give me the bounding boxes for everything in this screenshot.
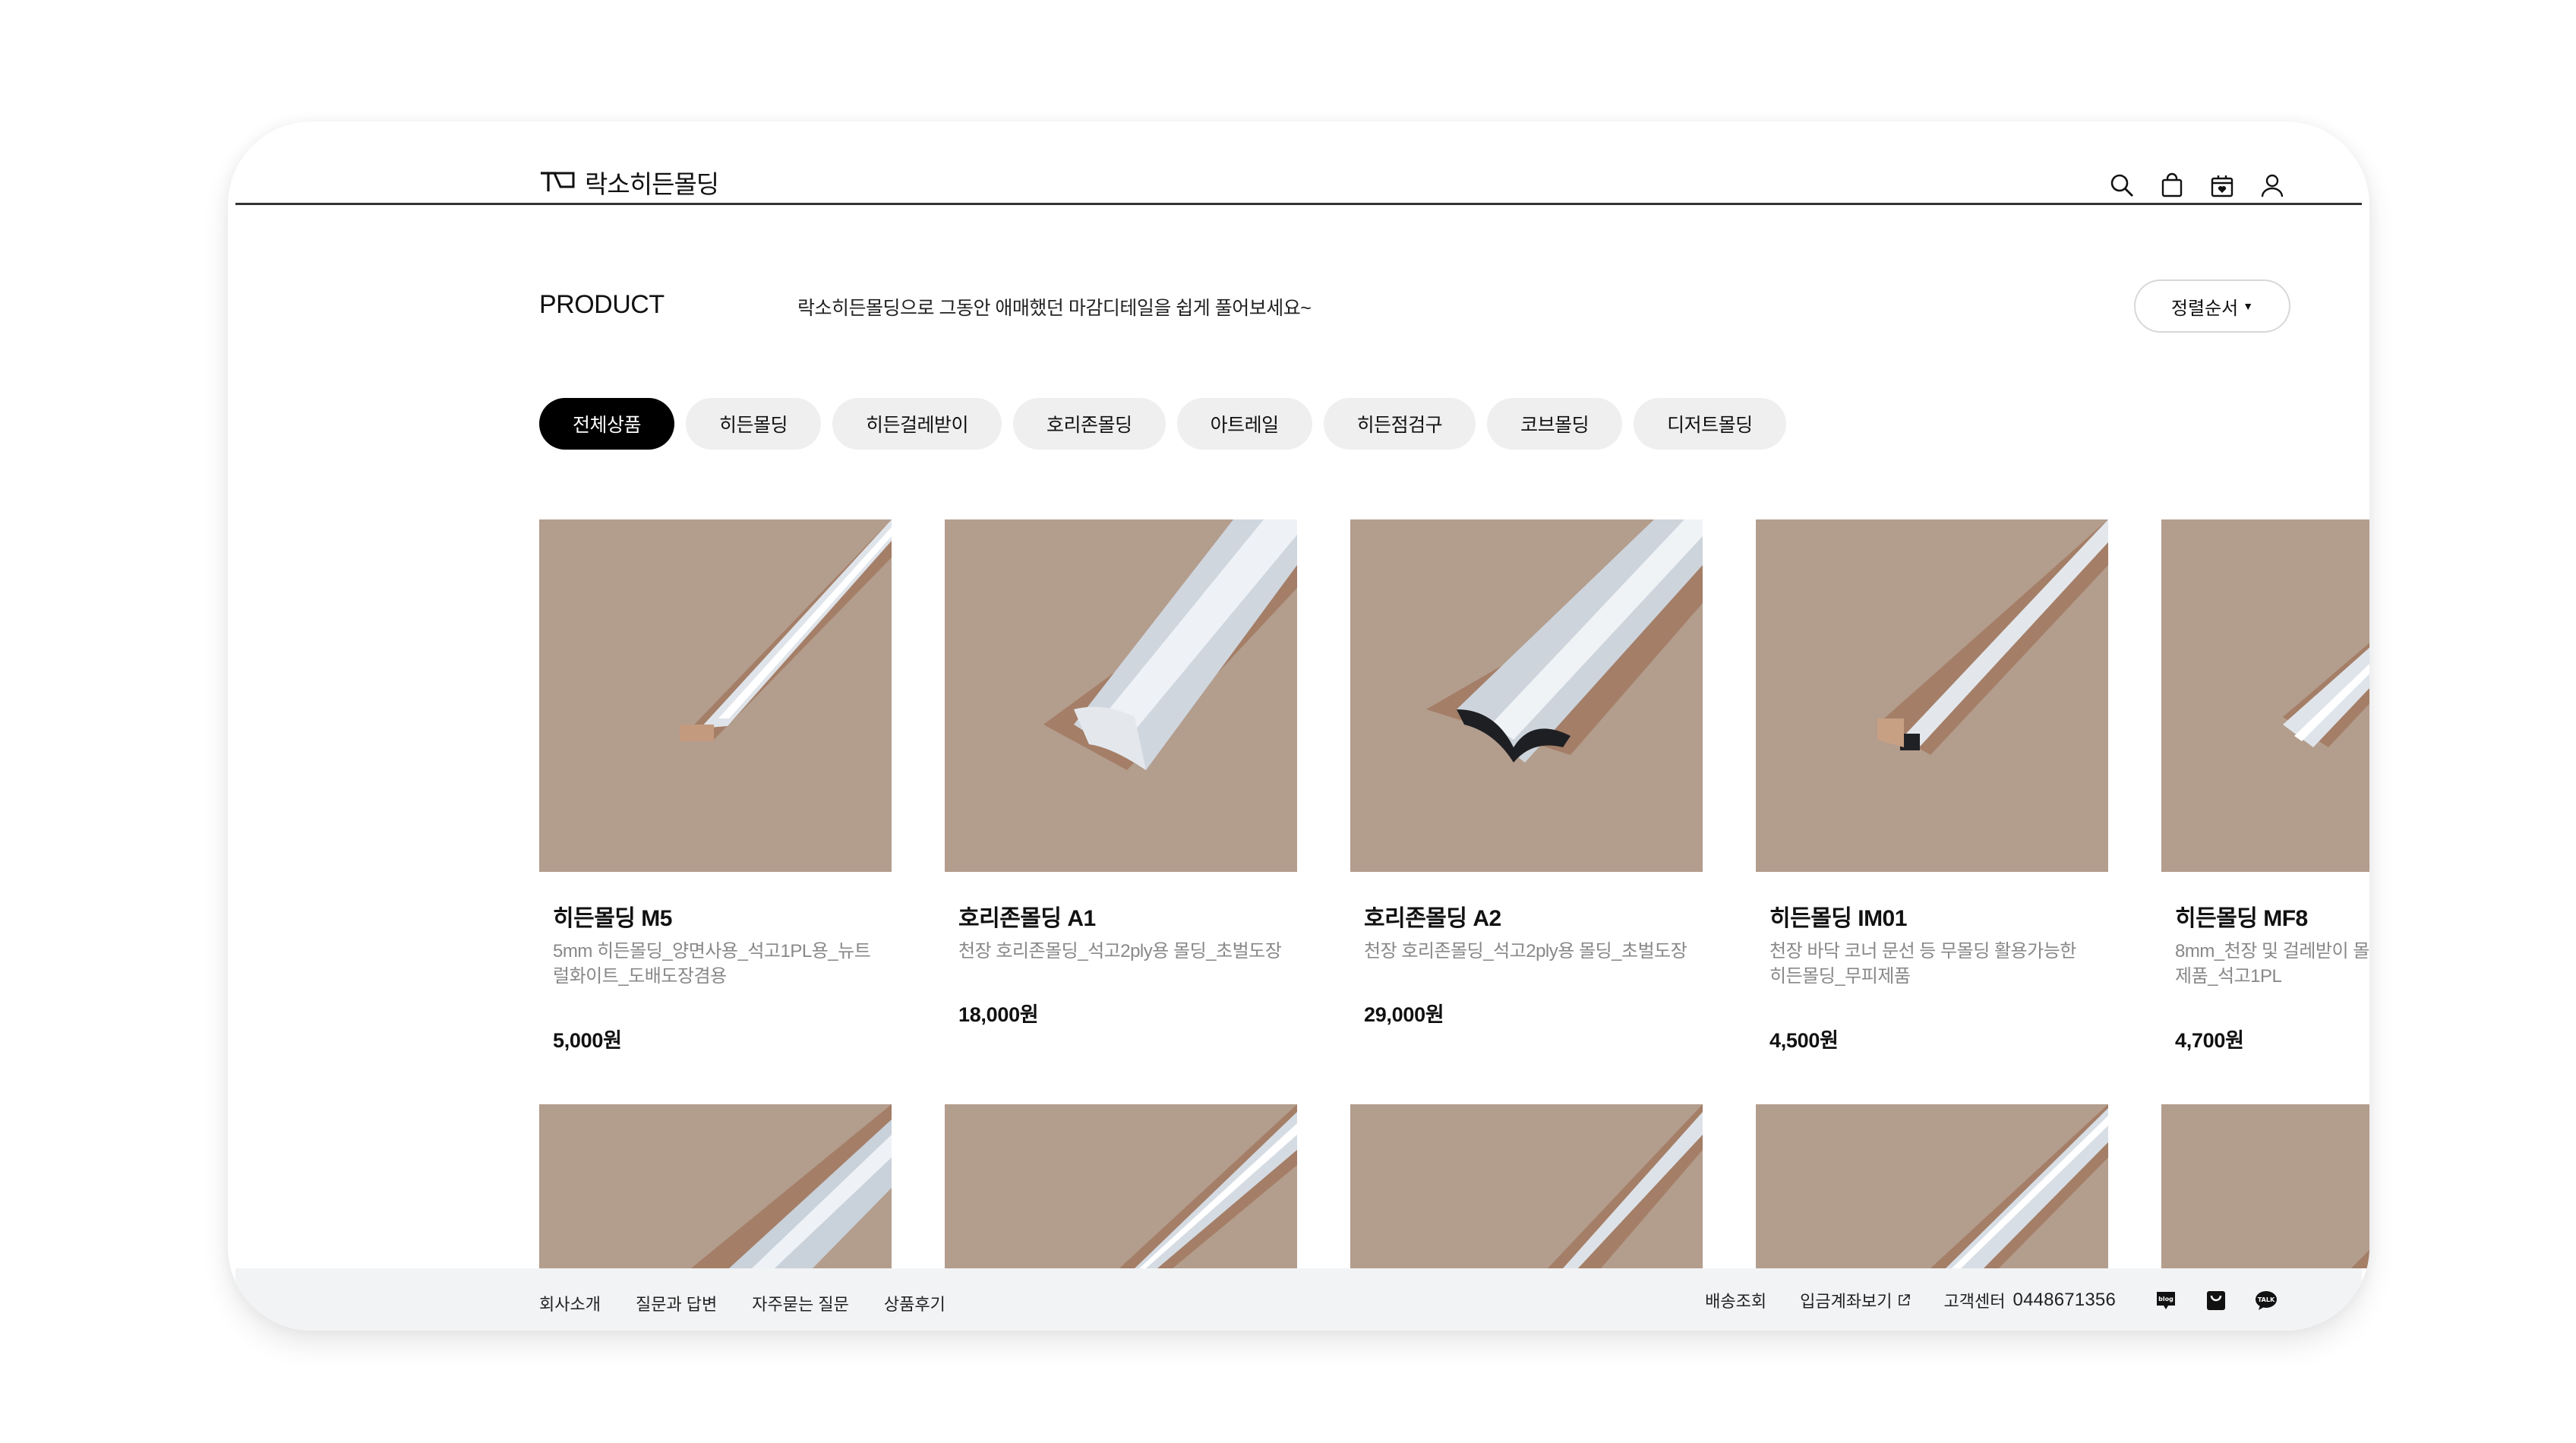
product-card[interactable]: 히든몰딩 MF8 8mm_천장 및 걸레받이 몰딩_도장전용 무피제품_석고1P… [2161, 519, 2369, 1052]
product-image[interactable] [945, 1104, 1297, 1268]
customer-center-phone[interactable]: 0448671356 [2013, 1290, 2116, 1311]
product-card[interactable] [2161, 1104, 2369, 1268]
deposit-account-link[interactable]: 입금계좌보기 [1800, 1288, 1910, 1312]
footer-right: 배송조회 입금계좌보기 고객센터 0448671356 blog TALK [1672, 1288, 2278, 1312]
category-hidden-baseboard[interactable]: 히든걸레받이 [832, 398, 1002, 450]
footer-bar: 회사소개 질문과 답변 자주묻는 질문 상품후기 배송조회 입금계좌보기 고객센… [235, 1268, 2362, 1331]
browser-frame: 락소히든몰딩 PRODUCT 락소히든몰딩으로 그동안 애매했던 마감디테일을 … [228, 122, 2369, 1331]
product-image[interactable] [1756, 1104, 2108, 1268]
logo[interactable]: 락소히든몰딩 [539, 169, 719, 198]
product-image[interactable] [2161, 1104, 2369, 1268]
product-name[interactable]: 히든몰딩 MF8 [2175, 899, 2308, 933]
svg-text:blog: blog [2158, 1296, 2174, 1302]
store-icon[interactable] [2204, 1290, 2228, 1311]
sort-dropdown[interactable]: 정렬순서 ▼ [2134, 279, 2290, 333]
product-description: 8mm_천장 및 걸레받이 몰딩_도장전용 무피제품_석고1PL [2175, 941, 2369, 987]
product-image[interactable] [1350, 519, 1703, 872]
footer-links: 회사소개 질문과 답변 자주묻는 질문 상품후기 [539, 1291, 945, 1315]
product-image[interactable] [1350, 1104, 1703, 1268]
product-image[interactable] [945, 519, 1297, 872]
caret-down-icon: ▼ [2243, 300, 2254, 312]
product-card[interactable]: 호리존몰딩 A2 천장 호리존몰딩_석고2ply용 몰딩_초벌도장 29,000… [1350, 519, 1703, 1026]
header-icons [2108, 172, 2286, 199]
footer-link-faq[interactable]: 자주묻는 질문 [752, 1291, 849, 1315]
category-tabs: 전체상품 히든몰딩 히든걸레받이 호리존몰딩 아트레일 히든점검구 코브몰딩 디… [539, 398, 1786, 450]
product-price: 29,000원 [1364, 1003, 1444, 1026]
product-price: 5,000원 [553, 1029, 622, 1052]
product-name[interactable]: 히든몰딩 IM01 [1769, 899, 1907, 933]
product-description: 천장 호리존몰딩_석고2ply용 몰딩_초벌도장 [1364, 941, 1687, 961]
product-card[interactable] [539, 1104, 892, 1268]
product-description: 천장 바닥 코너 문선 등 무몰딩 활용가능한 히든몰딩_무피제품 [1769, 941, 2076, 987]
page-subtitle: 락소히든몰딩으로 그동안 애매했던 마감디테일을 쉽게 풀어보세요~ [797, 298, 1312, 319]
svg-text:TALK: TALK [2258, 1296, 2275, 1303]
deposit-account-label: 입금계좌보기 [1800, 1292, 1893, 1311]
product-description: 천장 호리존몰딩_석고2ply용 몰딩_초벌도장 [958, 941, 1282, 961]
footer-link-reviews[interactable]: 상품후기 [884, 1291, 945, 1315]
category-cove-molding[interactable]: 코브몰딩 [1487, 398, 1623, 450]
product-price: 4,700원 [2175, 1029, 2244, 1052]
site-header: 락소히든몰딩 [235, 122, 2362, 205]
product-image[interactable] [539, 1104, 892, 1268]
sort-label: 정렬순서 [2170, 298, 2239, 319]
product-card[interactable]: 호리존몰딩 A1 천장 호리존몰딩_석고2ply용 몰딩_초벌도장 18,000… [945, 519, 1297, 1026]
customer-center: 고객센터 0448671356 [1944, 1288, 2116, 1312]
shopping-bag-icon[interactable] [2158, 172, 2186, 199]
product-card[interactable] [1350, 1104, 1703, 1268]
product-image[interactable] [2161, 519, 2369, 872]
category-dessert-molding[interactable]: 디저트몰딩 [1634, 398, 1786, 450]
wishlist-box-icon[interactable] [2208, 172, 2236, 199]
page-title: PRODUCT [539, 290, 665, 319]
kakao-talk-icon[interactable]: TALK [2254, 1290, 2278, 1311]
category-hidden-access-panel[interactable]: 히든점검구 [1323, 398, 1476, 450]
product-name[interactable]: 히든몰딩 M5 [553, 899, 672, 933]
user-icon[interactable] [2259, 172, 2286, 199]
category-art-rail[interactable]: 아트레일 [1176, 398, 1312, 450]
category-all[interactable]: 전체상품 [539, 398, 675, 450]
product-image[interactable] [1756, 519, 2108, 872]
external-link-icon [1898, 1294, 1910, 1306]
sns-links: blog TALK [2154, 1290, 2278, 1311]
delivery-tracking-link[interactable]: 배송조회 [1705, 1288, 1766, 1312]
product-image[interactable] [539, 519, 892, 872]
product-card[interactable]: 히든몰딩 IM01 천장 바닥 코너 문선 등 무몰딩 활용가능한 히든몰딩_무… [1756, 519, 2108, 1052]
product-name[interactable]: 호리존몰딩 A1 [958, 899, 1096, 933]
customer-center-label: 고객센터 [1943, 1292, 2006, 1311]
product-price: 18,000원 [958, 1003, 1039, 1026]
blog-icon[interactable]: blog [2154, 1290, 2178, 1311]
category-hidden-molding[interactable]: 히든몰딩 [686, 398, 822, 450]
footer-link-qna[interactable]: 질문과 답변 [636, 1291, 717, 1315]
product-description: 5mm 히든몰딩_양면사용_석고1PL용_뉴트럴화이트_도배도장겸용 [553, 941, 871, 987]
logo-mark-icon [541, 172, 575, 191]
search-icon[interactable] [2108, 172, 2136, 199]
product-card[interactable] [1756, 1104, 2108, 1268]
product-name[interactable]: 호리존몰딩 A2 [1364, 899, 1501, 933]
footer-link-company[interactable]: 회사소개 [539, 1291, 601, 1315]
product-card[interactable]: 히든몰딩 M5 5mm 히든몰딩_양면사용_석고1PL용_뉴트럴화이트_도배도장… [539, 519, 892, 1052]
product-price: 4,500원 [1769, 1029, 1839, 1052]
logo-text: 락소히든몰딩 [585, 170, 719, 198]
product-card[interactable] [945, 1104, 1297, 1268]
category-horizon-molding[interactable]: 호리존몰딩 [1013, 398, 1166, 450]
